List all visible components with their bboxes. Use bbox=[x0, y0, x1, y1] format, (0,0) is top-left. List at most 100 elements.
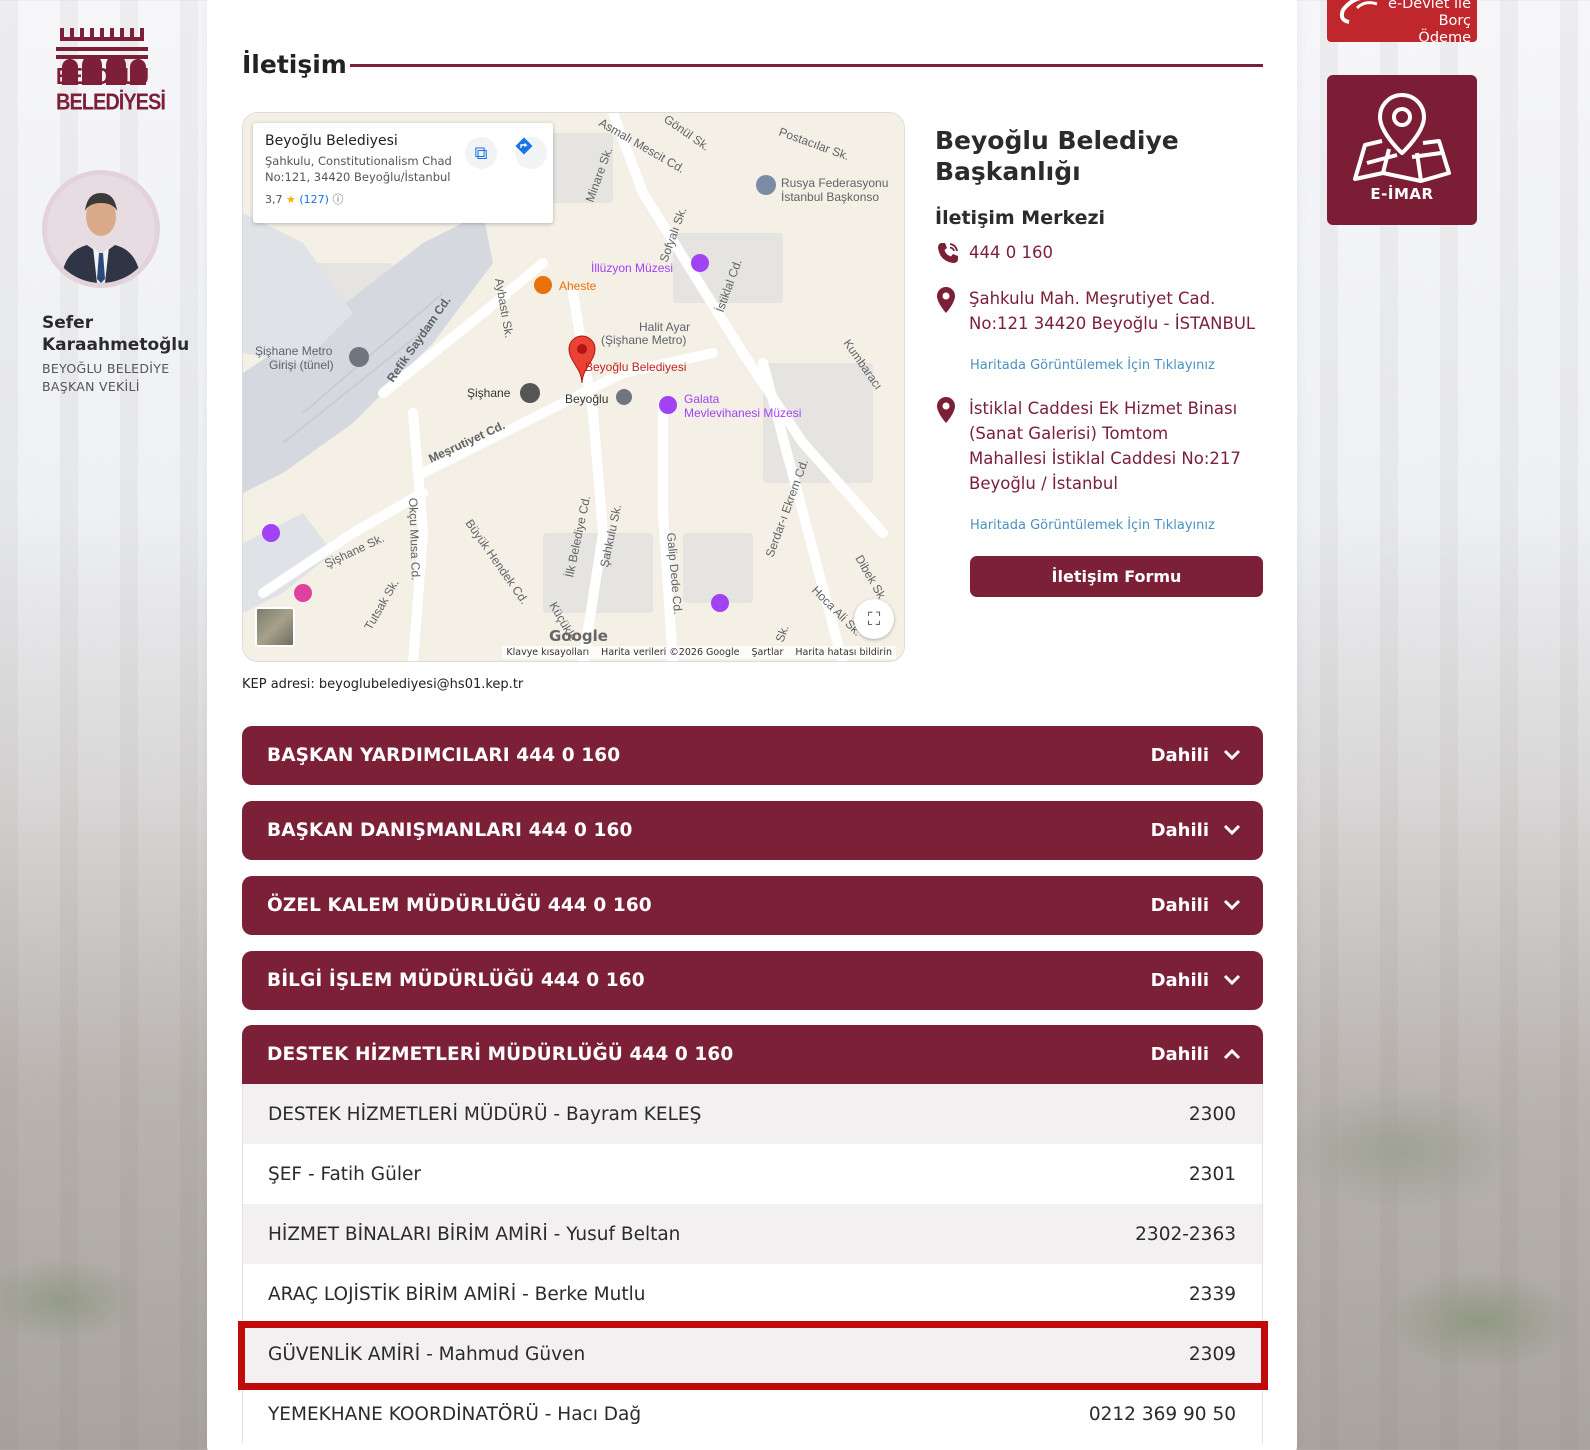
table-row: DESTEK HİZMETLERİ MÜDÜRÜ - Bayram KELEŞ 2… bbox=[243, 1084, 1262, 1144]
row-extension: 2302-2363 bbox=[1135, 1223, 1236, 1245]
chevron-down-icon bbox=[1223, 895, 1241, 916]
row-extension: 2339 bbox=[1188, 1283, 1236, 1305]
row-name: GÜVENLİK AMİRİ - Mahmud Güven bbox=[268, 1343, 586, 1365]
open-in-maps-icon[interactable]: ⧉ bbox=[465, 137, 497, 169]
map-footer-shortcuts[interactable]: Klavye kısayolları bbox=[506, 647, 589, 658]
chevron-down-icon bbox=[1223, 820, 1241, 841]
accordion-dahili: Dahili bbox=[1150, 970, 1209, 991]
accordion-label: BAŞKAN DANIŞMANLARI 444 0 160 bbox=[267, 820, 633, 841]
svg-text:İstanbul Başkonso: İstanbul Başkonso bbox=[781, 190, 879, 204]
map-link-1[interactable]: Haritada Görüntülemek İçin Tıklayınız bbox=[970, 358, 1215, 373]
row-name: DESTEK HİZMETLERİ MÜDÜRÜ - Bayram KELEŞ bbox=[268, 1103, 702, 1125]
page-title: İletişim bbox=[242, 50, 347, 79]
directions-icon[interactable] bbox=[515, 137, 547, 169]
address-text-1: Şahkulu Mah. Meşrutiyet Cad. No:121 3442… bbox=[969, 289, 1256, 333]
svg-text:Şişhane Metro: Şişhane Metro bbox=[255, 344, 333, 358]
svg-text:Halit Ayar: Halit Ayar bbox=[639, 320, 690, 334]
chevron-up-icon bbox=[1223, 1044, 1241, 1065]
accordion-label: ÖZEL KALEM MÜDÜRLÜĞÜ 444 0 160 bbox=[267, 895, 652, 916]
svg-text:Okçu Musa Cd.: Okçu Musa Cd. bbox=[406, 498, 423, 581]
svg-text:Galata: Galata bbox=[684, 392, 720, 406]
chevron-down-icon bbox=[1223, 745, 1241, 766]
map-link-2[interactable]: Haritada Görüntülemek İçin Tıklayınız bbox=[970, 518, 1215, 533]
map-info-card: Beyoğlu Belediyesi Şahkulu, Constitution… bbox=[253, 123, 553, 223]
accordion-dahili: Dahili bbox=[1150, 1044, 1209, 1065]
logo-text-line-2: BELEDİYESİ bbox=[56, 90, 166, 116]
map-footer: Klavye kısayolları Harita verileri ©2026… bbox=[502, 646, 896, 659]
table-row: ŞEF - Fatih Güler 2301 bbox=[243, 1144, 1262, 1204]
map-footer-report[interactable]: Harita hatası bildirin bbox=[795, 647, 892, 658]
fullscreen-icon[interactable]: ⛶ bbox=[854, 599, 894, 639]
accordion-bilgi-islem[interactable]: BİLGİ İŞLEM MÜDÜRLÜĞÜ 444 0 160 Dahili bbox=[242, 951, 1263, 1010]
location-pin-icon bbox=[935, 286, 969, 336]
accordion-label: DESTEK HİZMETLERİ MÜDÜRLÜĞÜ 444 0 160 bbox=[267, 1044, 734, 1065]
logo-text-line-1: BEYOĞLU bbox=[56, 64, 149, 90]
address-row-2: İstiklal Caddesi Ek Hizmet Binası (Sanat… bbox=[935, 396, 1249, 496]
eimar-button[interactable]: E-İMAR bbox=[1327, 75, 1477, 225]
accordion-dahili: Dahili bbox=[1150, 820, 1209, 841]
row-name: YEMEKHANE KOORDİNATÖRÜ - Hacı Dağ bbox=[268, 1403, 642, 1425]
contact-center-title: İletişim Merkezi bbox=[935, 207, 1106, 229]
eimar-label: E-İMAR bbox=[1370, 185, 1434, 203]
location-pin-icon bbox=[935, 396, 969, 496]
svg-text:Şişhane: Şişhane bbox=[467, 386, 511, 400]
title-divider bbox=[350, 64, 1263, 67]
map-place-name[interactable]: Beyoğlu Belediyesi bbox=[265, 133, 541, 149]
address-row-1: Şahkulu Mah. Meşrutiyet Cad. No:121 3442… bbox=[935, 286, 1269, 336]
accordion-ozel-kalem[interactable]: ÖZEL KALEM MÜDÜRLÜĞÜ 444 0 160 Dahili bbox=[242, 876, 1263, 935]
svg-text:Aheste: Aheste bbox=[559, 279, 597, 293]
accordion-destek-hizmetleri[interactable]: DESTEK HİZMETLERİ MÜDÜRLÜĞÜ 444 0 160 Da… bbox=[242, 1025, 1263, 1084]
map-footer-data: Harita verileri ©2026 Google bbox=[601, 647, 740, 658]
google-map[interactable]: Asmalı Mescit Cd. Postacılar Sk. Gönül S… bbox=[242, 112, 905, 662]
accordion-dahili: Dahili bbox=[1150, 895, 1209, 916]
person-name: Sefer Karaahmetoğlu bbox=[42, 313, 190, 355]
accordion-label: BAŞKAN YARDIMCILARI 444 0 160 bbox=[267, 745, 621, 766]
star-icon: ★ bbox=[286, 193, 296, 206]
map-rating: 3,7 ★ (127) ⓘ bbox=[265, 191, 541, 207]
left-sidebar: BEYOĞLU BELEDİYESİ Sefer Karaahmetoğlu B… bbox=[0, 0, 205, 1450]
info-icon[interactable]: ⓘ bbox=[332, 193, 343, 206]
svg-text:Mevlevihanesi Müzesi: Mevlevihanesi Müzesi bbox=[684, 406, 801, 420]
row-extension: 2301 bbox=[1188, 1163, 1236, 1185]
table-row: HİZMET BİNALARI BİRİM AMİRİ - Yusuf Belt… bbox=[243, 1204, 1262, 1264]
accordion-baskan-yardimcilari[interactable]: BAŞKAN YARDIMCILARI 444 0 160 Dahili bbox=[242, 726, 1263, 785]
address-text-2: İstiklal Caddesi Ek Hizmet Binası (Sanat… bbox=[969, 399, 1241, 493]
accordion-dahili: Dahili bbox=[1150, 745, 1209, 766]
phone-row: 444 0 160 bbox=[935, 240, 1053, 270]
extension-table: DESTEK HİZMETLERİ MÜDÜRÜ - Bayram KELEŞ 2… bbox=[242, 1084, 1263, 1444]
map-footer-terms[interactable]: Şartlar bbox=[752, 647, 784, 658]
row-name: ŞEF - Fatih Güler bbox=[268, 1163, 421, 1185]
review-count-link[interactable]: (127) bbox=[299, 193, 329, 206]
edevlet-logo-icon bbox=[1339, 0, 1378, 24]
svg-text:Beyoğlu: Beyoğlu bbox=[565, 392, 608, 406]
row-name: HİZMET BİNALARI BİRİM AMİRİ - Yusuf Belt… bbox=[268, 1223, 681, 1245]
contact-form-button[interactable]: İletişim Formu bbox=[970, 556, 1263, 597]
svg-text:Beyoğlu Belediyesi: Beyoğlu Belediyesi bbox=[585, 360, 686, 374]
logo-text: BEYOĞLU BELEDİYESİ bbox=[56, 64, 166, 116]
google-logo: Google bbox=[549, 627, 608, 645]
org-title: Beyoğlu Belediye Başkanlığı bbox=[935, 126, 1179, 186]
map-pin-icon bbox=[1353, 93, 1451, 183]
svg-text:İllüzyon Müzesi: İllüzyon Müzesi bbox=[591, 261, 673, 275]
table-row: GÜVENLİK AMİRİ - Mahmud Güven 2309 bbox=[243, 1324, 1262, 1384]
map-place-address: Şahkulu, Constitutionalism Chad No:121, … bbox=[265, 154, 452, 184]
svg-text:(Şişhane Metro): (Şişhane Metro) bbox=[601, 333, 686, 347]
chevron-down-icon bbox=[1223, 970, 1241, 991]
table-row: YEMEKHANE KOORDİNATÖRÜ - Hacı Dağ 0212 36… bbox=[243, 1384, 1262, 1444]
accordion-label: BİLGİ İŞLEM MÜDÜRLÜĞÜ 444 0 160 bbox=[267, 970, 645, 991]
table-row: ARAÇ LOJİSTİK BİRİM AMİRİ - Berke Mutlu 2… bbox=[243, 1264, 1262, 1324]
rating-value: 3,7 bbox=[265, 193, 283, 206]
row-name: ARAÇ LOJİSTİK BİRİM AMİRİ - Berke Mutlu bbox=[268, 1283, 646, 1305]
edevlet-label: e-Devlet ile Borç Ödeme bbox=[1387, 0, 1471, 46]
kep-address: KEP adresi: beyoglubelediyesi@hs01.kep.t… bbox=[242, 677, 524, 692]
phone-icon bbox=[935, 240, 969, 270]
row-extension: 2300 bbox=[1188, 1103, 1236, 1125]
svg-text:Rusya Federasyonu: Rusya Federasyonu bbox=[781, 176, 888, 190]
edevlet-payment-button[interactable]: e-Devlet ile Borç Ödeme bbox=[1327, 0, 1477, 46]
phone-number[interactable]: 444 0 160 bbox=[969, 240, 1053, 270]
accordion-baskan-danismanlari[interactable]: BAŞKAN DANIŞMANLARI 444 0 160 Dahili bbox=[242, 801, 1263, 860]
satellite-toggle[interactable] bbox=[255, 607, 295, 647]
avatar[interactable] bbox=[42, 170, 160, 288]
row-extension: 0212 369 90 50 bbox=[1088, 1403, 1236, 1425]
row-extension: 2309 bbox=[1188, 1343, 1236, 1365]
